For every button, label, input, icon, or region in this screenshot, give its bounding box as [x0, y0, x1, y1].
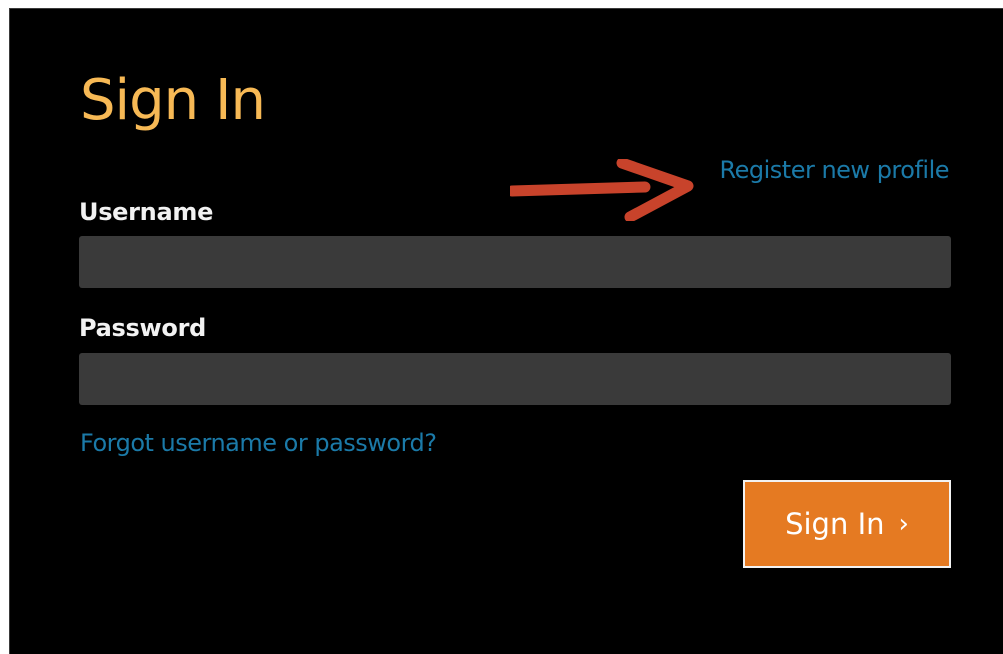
sign-in-button[interactable]: Sign In › — [743, 480, 951, 568]
sign-in-button-label: Sign In — [785, 507, 885, 541]
username-label: Username — [79, 198, 214, 226]
forgot-credentials-link[interactable]: Forgot username or password? — [80, 427, 437, 459]
arrow-right-icon — [510, 159, 694, 221]
page-title: Sign In — [80, 68, 266, 133]
chevron-right-icon: › — [898, 509, 909, 539]
page-frame: Sign In Register new profile Username Pa… — [0, 0, 1003, 654]
register-new-profile-link[interactable]: Register new profile — [720, 154, 950, 186]
password-input[interactable] — [79, 353, 951, 405]
username-input[interactable] — [79, 236, 951, 288]
sign-in-panel: Sign In Register new profile Username Pa… — [9, 8, 1003, 654]
password-label: Password — [79, 314, 206, 342]
